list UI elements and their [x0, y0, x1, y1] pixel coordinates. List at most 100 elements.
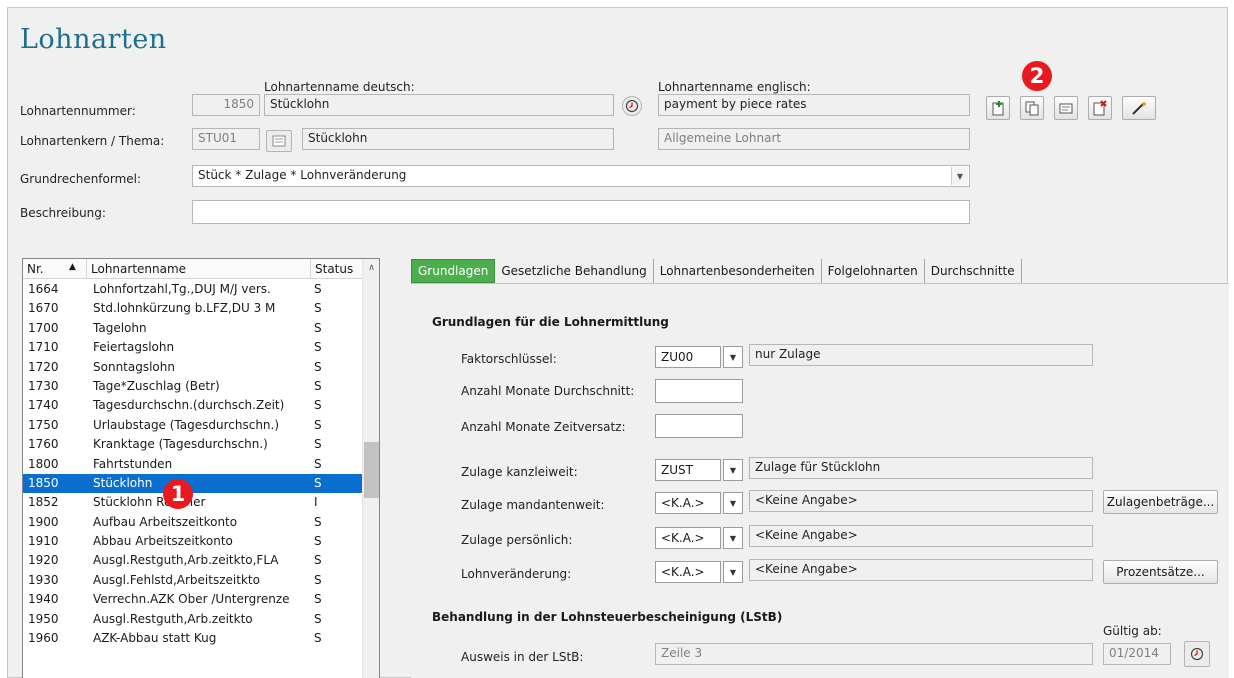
beschreibung-field[interactable] — [192, 200, 970, 224]
faktor-combo[interactable]: ZU00 — [655, 346, 721, 368]
row-name: Ausgl.Restguth,Arb.zeitkto — [93, 611, 253, 626]
zulage-persoenlich-label: Zulage persönlich: — [461, 533, 573, 547]
formel-combo[interactable]: Stück * Zulage * Lohnveränderung ▼ — [192, 165, 970, 187]
chevron-down-icon[interactable]: ▼ — [723, 346, 743, 368]
row-name: Abbau Arbeitszeitkonto — [93, 534, 233, 549]
row-nr: 1950 — [28, 611, 59, 626]
list-item[interactable]: 1960 AZK-Abbau statt Kug S — [23, 629, 363, 648]
list-item[interactable]: 1900 Aufbau Arbeitszeitkonto S — [23, 513, 363, 532]
copy-button[interactable] — [1020, 96, 1044, 120]
zulage-kanzlei-combo[interactable]: ZUST — [655, 459, 721, 481]
anz-durchschnitt-input[interactable] — [655, 379, 743, 403]
list-item[interactable]: 1800 Fahrtstunden S — [23, 455, 363, 474]
chevron-down-icon[interactable]: ▼ — [723, 561, 743, 583]
history-button[interactable] — [622, 96, 642, 116]
list-item[interactable]: 1850 Stücklohn S — [23, 473, 363, 494]
row-status: S — [314, 534, 322, 549]
zulage-mandant-combo[interactable]: <K.A.> — [655, 492, 721, 514]
form-icon — [1059, 103, 1073, 114]
lohnveraenderung-combo[interactable]: <K.A.> — [655, 561, 721, 583]
details-button[interactable] — [1054, 96, 1078, 120]
gueltig-field[interactable]: 01/2014 — [1103, 643, 1171, 665]
row-status: S — [314, 320, 322, 335]
list-item[interactable]: 1710 Feiertagslohn S — [23, 338, 363, 357]
name-en-field[interactable]: payment by piece rates — [658, 94, 970, 116]
row-nr: 1740 — [28, 398, 59, 413]
section-title-lstb: Behandlung in der Lohnsteuerbescheinigun… — [432, 610, 783, 624]
list-item[interactable]: 1740 Tagesdurchschn.(durchsch.Zeit) S — [23, 396, 363, 415]
kern-name-field[interactable]: Stücklohn — [302, 128, 614, 150]
tab-durchschnitte[interactable]: Durchschnitte — [925, 259, 1022, 283]
lohnarten-window: Lohnarten Lohnartenname deutsch: Lohnart… — [7, 7, 1229, 678]
delete-document-icon — [1093, 100, 1107, 116]
grundlagen-panel: Grundlagen für die Lohnermittlung Faktor… — [411, 283, 1229, 678]
lohnarten-list[interactable]: Nr. ▲ Lohnartenname Status 1664 Lohnfortza… — [22, 258, 380, 678]
list-item[interactable]: 1950 Ausgl.Restguth,Arb.zeitkto S — [23, 610, 363, 629]
kern-en-field[interactable]: Allgemeine Lohnart — [658, 128, 970, 150]
row-status: S — [314, 417, 322, 432]
row-status: I — [314, 495, 318, 510]
row-nr: 1900 — [28, 514, 59, 529]
list-item[interactable]: 1852 Stücklohn Rechner I — [23, 493, 363, 512]
zulage-mandant-label: Zulage mandantenweit: — [461, 498, 605, 512]
col-name-header[interactable]: Lohnartenname — [87, 259, 311, 279]
tab-folgelohnarten[interactable]: Folgelohnarten — [822, 259, 925, 283]
kern-code-field[interactable]: STU01 — [192, 128, 260, 150]
page-title: Lohnarten — [20, 24, 167, 55]
col-status-header[interactable]: Status — [311, 259, 363, 279]
zulage-persoenlich-combo[interactable]: <K.A.> — [655, 527, 721, 549]
list-item[interactable]: 1700 Tagelohn S — [23, 319, 363, 338]
row-name: Fahrtstunden — [93, 456, 173, 471]
tab-grundlagen[interactable]: Grundlagen — [411, 259, 496, 283]
nummer-field[interactable]: 1850 — [192, 94, 260, 116]
ausweis-field[interactable]: Zeile 3 — [655, 643, 1093, 665]
list-item[interactable]: 1730 Tage*Zuschlag (Betr) S — [23, 377, 363, 396]
row-name: Verrechn.AZK Ober /Untergrenze — [93, 592, 290, 607]
row-nr: 1720 — [28, 359, 59, 374]
zulage-persoenlich-desc: <Keine Angabe> — [749, 525, 1093, 547]
row-status: S — [314, 553, 322, 568]
row-nr: 1664 — [28, 282, 59, 296]
list-item[interactable]: 1670 Std.lohnkürzung b.LFZ,DU 3 M S — [23, 299, 363, 318]
anz-zeitversatz-input[interactable] — [655, 414, 743, 438]
row-status: S — [314, 282, 322, 296]
wizard-button[interactable] — [1122, 96, 1156, 120]
tab-lohnartenbesonderheiten[interactable]: Lohnartenbesonderheiten — [654, 259, 822, 283]
gueltig-history-button[interactable] — [1184, 641, 1210, 667]
list-item[interactable]: 1910 Abbau Arbeitszeitkonto S — [23, 532, 363, 551]
chevron-down-icon[interactable]: ▼ — [723, 459, 743, 481]
name-de-field[interactable]: Stücklohn — [264, 94, 614, 116]
row-nr: 1800 — [28, 456, 59, 471]
list-item[interactable]: 1920 Ausgl.Restguth,Arb.zeitkto,FLA S — [23, 551, 363, 570]
delete-button[interactable] — [1088, 96, 1112, 120]
scroll-up-icon[interactable]: ∧ — [363, 259, 379, 277]
row-nr: 1930 — [28, 572, 59, 587]
row-name: Stücklohn — [93, 475, 153, 490]
scroll-thumb[interactable] — [364, 442, 379, 498]
zulagenbetraege-button[interactable]: Zulagenbeträge... — [1103, 490, 1218, 514]
list-item[interactable]: 1720 Sonntagslohn S — [23, 358, 363, 377]
col-nr-header[interactable]: Nr. ▲ — [23, 259, 87, 279]
beschreibung-label: Beschreibung: — [20, 206, 106, 220]
list-scrollbar[interactable]: ∧ — [362, 259, 379, 678]
list-item[interactable]: 1664 Lohnfortzahl,Tg.,DUJ M/J vers. S — [23, 280, 363, 299]
row-name: Urlaubstage (Tagesdurchschn.) — [93, 417, 280, 432]
row-status: S — [314, 631, 322, 646]
list-item[interactable]: 1930 Ausgl.Fehlstd,Arbeitszeitkto S — [23, 571, 363, 590]
chevron-down-icon[interactable]: ▼ — [723, 492, 743, 514]
list-item[interactable]: 1940 Verrechn.AZK Ober /Untergrenze S — [23, 590, 363, 609]
tab-gesetzliche-behandlung[interactable]: Gesetzliche Behandlung — [495, 259, 654, 283]
list-item[interactable]: 1760 Kranktage (Tagesdurchschn.) S — [23, 435, 363, 454]
prozentsaetze-button[interactable]: Prozentsätze... — [1103, 560, 1218, 584]
list-item[interactable]: 1750 Urlaubstage (Tagesdurchschn.) S — [23, 416, 363, 435]
new-button[interactable] — [986, 96, 1010, 120]
chevron-down-icon[interactable]: ▼ — [951, 167, 968, 185]
row-status: S — [314, 572, 322, 587]
name-de-label: Lohnartenname deutsch: — [264, 80, 415, 94]
chevron-down-icon[interactable]: ▼ — [723, 527, 743, 549]
clock-icon — [625, 99, 639, 113]
zulage-kanzlei-label: Zulage kanzleiweit: — [461, 465, 578, 479]
list-rows: 1664 Lohnfortzahl,Tg.,DUJ M/J vers. S 1670 S… — [23, 280, 363, 648]
nummer-label: Lohnartennummer: — [20, 104, 136, 118]
kern-lookup-button[interactable] — [266, 130, 292, 152]
